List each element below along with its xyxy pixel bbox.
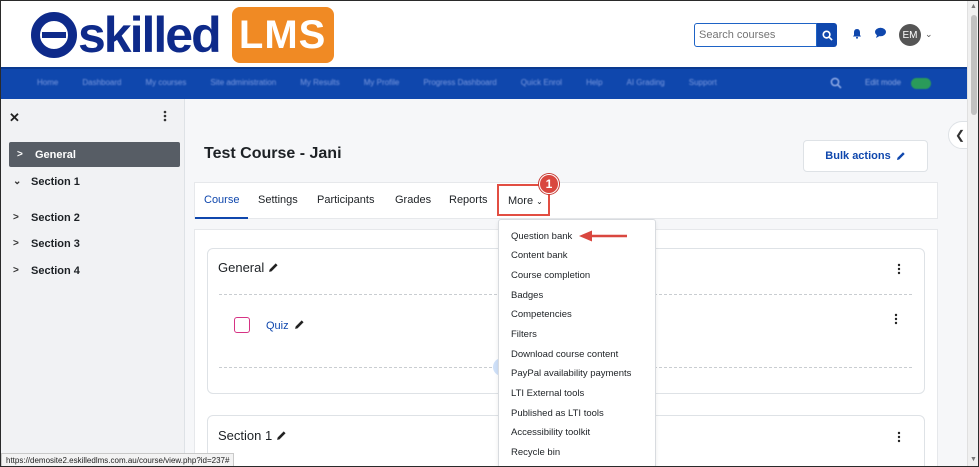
scroll-up-icon[interactable]: ▲ bbox=[970, 3, 977, 10]
notification-bell-icon[interactable] bbox=[852, 28, 862, 39]
messages-icon[interactable] bbox=[874, 27, 887, 39]
logo-text: skilled bbox=[78, 7, 222, 63]
logo-lms-badge: LMS bbox=[231, 7, 334, 63]
section-title-text: Section 1 bbox=[218, 428, 273, 443]
callout-badge-1: 1 bbox=[539, 174, 559, 194]
menu-item-course-completion[interactable]: Course completion bbox=[511, 270, 590, 281]
page-scrollbar[interactable]: ▲ ▼ bbox=[967, 1, 978, 466]
section-1-title: Section 1 bbox=[218, 428, 287, 443]
tab-reports[interactable]: Reports bbox=[449, 194, 488, 206]
chevron-right-icon: > bbox=[17, 149, 23, 160]
menu-item-paypal-availability-payments[interactable]: PayPal availability payments bbox=[511, 368, 631, 379]
scroll-down-icon[interactable]: ▼ bbox=[970, 456, 977, 463]
nav-item-quick-enrol[interactable]: Quick Enrol bbox=[521, 78, 562, 87]
nav-item-support[interactable]: Support bbox=[689, 78, 717, 87]
browser-status-url: https://demosite2.eskilledlms.com.au/cou… bbox=[1, 453, 235, 466]
nav-item-ai-grading[interactable]: AI Grading bbox=[627, 78, 665, 87]
section-kebab-icon[interactable] bbox=[896, 431, 902, 443]
callout-arrow-icon bbox=[579, 230, 627, 242]
more-dropdown-menu: Question bank Content bank Course comple… bbox=[498, 219, 656, 466]
logo-e-mark bbox=[31, 12, 77, 58]
chevron-right-icon: > bbox=[13, 212, 19, 223]
active-tab-indicator bbox=[195, 217, 248, 219]
menu-item-question-bank[interactable]: Question bank bbox=[511, 231, 572, 242]
nav-item-home[interactable]: Home bbox=[37, 78, 58, 87]
drawer-item-section-4[interactable]: > Section 4 bbox=[5, 258, 176, 283]
tab-more-label: More bbox=[508, 195, 534, 207]
bulk-actions-label: Bulk actions bbox=[825, 150, 891, 162]
drawer-item-section-2[interactable]: > Section 2 bbox=[5, 205, 176, 230]
section-title-text: General bbox=[218, 260, 265, 275]
pencil-icon[interactable] bbox=[276, 430, 287, 441]
drawer-item-label: Section 1 bbox=[31, 175, 80, 188]
tab-course[interactable]: Course bbox=[204, 194, 239, 206]
course-search bbox=[694, 23, 837, 47]
course-index-drawer: ✕ > General ⌄ Section 1 > Section 2 > Se… bbox=[1, 99, 185, 466]
drawer-item-label: Section 4 bbox=[31, 264, 80, 277]
menu-item-recycle-bin[interactable]: Recycle bin bbox=[511, 447, 560, 458]
tab-more[interactable]: More ⌄ bbox=[508, 195, 543, 207]
section-kebab-icon[interactable] bbox=[896, 263, 902, 275]
tab-settings[interactable]: Settings bbox=[258, 194, 298, 206]
nav-search-icon[interactable] bbox=[830, 77, 842, 89]
chevron-right-icon: > bbox=[13, 265, 19, 276]
drawer-item-label: Section 3 bbox=[31, 237, 80, 250]
chevron-right-icon: > bbox=[13, 238, 19, 249]
nav-item-my-profile[interactable]: My Profile bbox=[364, 78, 400, 87]
search-icon bbox=[821, 29, 833, 41]
primary-navigation: Home Dashboard My courses Site administrati… bbox=[1, 67, 967, 99]
quiz-activity-link[interactable]: Quiz bbox=[266, 320, 289, 332]
drawer-item-label: General bbox=[35, 148, 76, 161]
menu-item-lti-external-tools[interactable]: LTI External tools bbox=[511, 388, 584, 399]
menu-item-competencies[interactable]: Competencies bbox=[511, 309, 572, 320]
menu-item-content-bank[interactable]: Content bank bbox=[511, 250, 568, 261]
section-general-title: General bbox=[218, 260, 279, 275]
drawer-item-label: Section 2 bbox=[31, 211, 80, 224]
chevron-down-icon: ⌄ bbox=[13, 176, 22, 187]
search-input[interactable] bbox=[694, 23, 817, 47]
menu-item-badges[interactable]: Badges bbox=[511, 290, 543, 301]
tab-grades[interactable]: Grades bbox=[395, 194, 431, 206]
drawer-item-section-1[interactable]: ⌄ Section 1 bbox=[5, 169, 176, 194]
activity-kebab-icon[interactable] bbox=[893, 313, 899, 325]
site-header: skilled LMS EM ⌄ bbox=[1, 1, 967, 67]
scrollbar-thumb[interactable] bbox=[971, 15, 977, 115]
quiz-icon bbox=[234, 317, 250, 333]
drawer-kebab-icon[interactable] bbox=[162, 109, 168, 123]
menu-item-download-course-content[interactable]: Download course content bbox=[511, 349, 618, 360]
chevron-left-icon: ❮ bbox=[954, 128, 966, 142]
browser-frame: skilled LMS EM ⌄ Home Dashboard My courses… bbox=[0, 0, 979, 467]
course-tabs: Course Settings Participants Grades Repo… bbox=[194, 182, 938, 219]
eskilled-lms-logo[interactable]: skilled LMS bbox=[31, 6, 334, 64]
bulk-actions-button[interactable]: Bulk actions bbox=[803, 140, 928, 172]
drawer-item-section-3[interactable]: > Section 3 bbox=[5, 231, 176, 256]
user-menu-chevron-icon[interactable]: ⌄ bbox=[925, 29, 933, 40]
nav-item-site-administration[interactable]: Site administration bbox=[210, 78, 276, 87]
nav-items: Home Dashboard My courses Site administrati… bbox=[37, 78, 741, 87]
page-title: Test Course - Jani bbox=[204, 145, 342, 162]
menu-item-published-as-lti-tools[interactable]: Published as LTI tools bbox=[511, 408, 604, 419]
pencil-icon[interactable] bbox=[294, 319, 305, 330]
nav-item-help[interactable]: Help bbox=[586, 78, 602, 87]
drawer-item-general[interactable]: > General bbox=[9, 142, 180, 167]
nav-item-my-results[interactable]: My Results bbox=[300, 78, 340, 87]
tab-participants[interactable]: Participants bbox=[317, 194, 374, 206]
nav-item-my-courses[interactable]: My courses bbox=[145, 78, 186, 87]
edit-mode-label: Edit mode bbox=[865, 78, 902, 87]
nav-item-progress-dashboard[interactable]: Progress Dashboard bbox=[423, 78, 496, 87]
close-drawer-icon[interactable]: ✕ bbox=[9, 110, 20, 126]
pencil-icon bbox=[896, 152, 905, 160]
menu-item-accessibility-toolkit[interactable]: Accessibility toolkit bbox=[511, 427, 590, 438]
pencil-icon[interactable] bbox=[268, 262, 279, 273]
user-avatar[interactable]: EM bbox=[899, 24, 921, 46]
search-button[interactable] bbox=[817, 23, 837, 47]
nav-item-dashboard[interactable]: Dashboard bbox=[82, 78, 121, 87]
logo-lms-text: LMS bbox=[238, 12, 327, 57]
edit-mode-toggle[interactable] bbox=[911, 78, 931, 89]
chevron-down-icon: ⌄ bbox=[536, 197, 543, 206]
menu-item-filters[interactable]: Filters bbox=[511, 329, 537, 340]
